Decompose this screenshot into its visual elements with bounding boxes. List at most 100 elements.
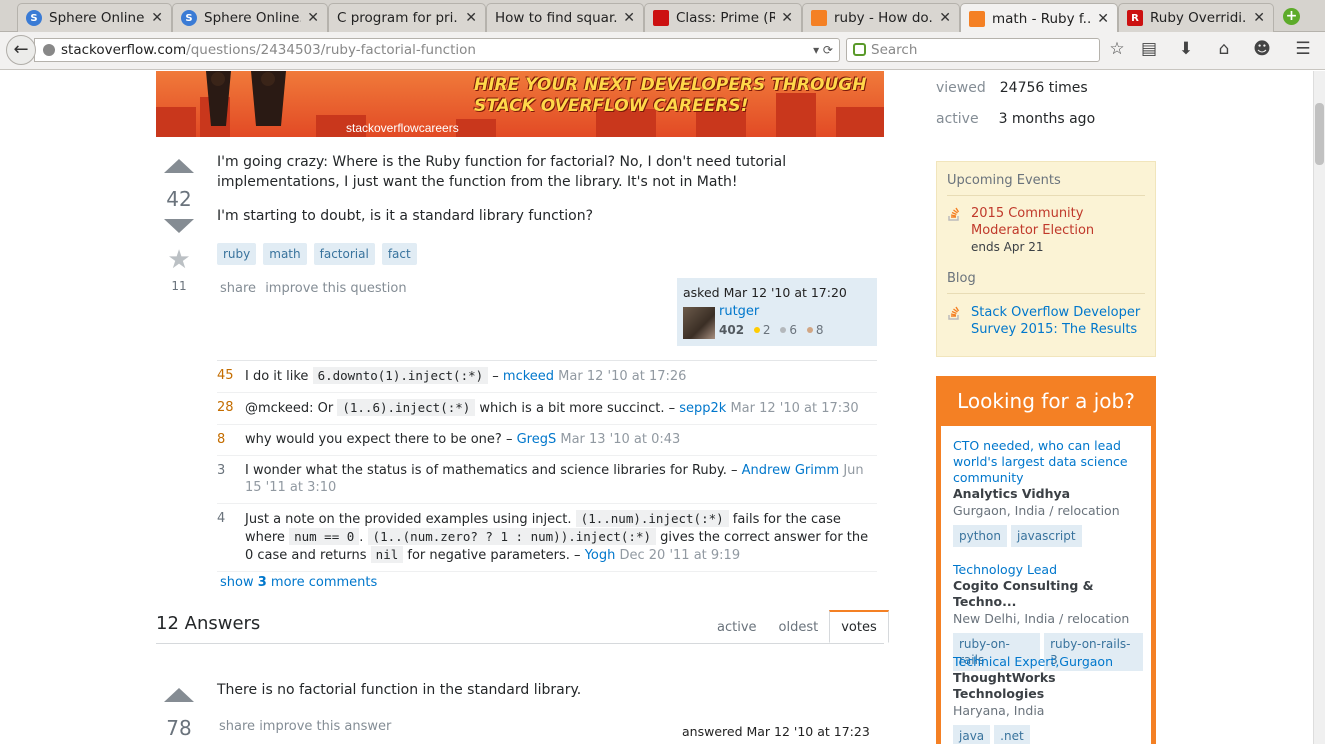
menu-icon[interactable]: ☰ (1292, 39, 1314, 59)
favorite-star-icon[interactable]: ★ (164, 247, 194, 273)
reload-icon[interactable]: ▾ ⟳ (813, 39, 833, 61)
job-tag[interactable]: .net (994, 725, 1030, 744)
close-tab-icon[interactable]: ✕ (1097, 11, 1109, 27)
show-more-suffix: more comments (266, 575, 378, 590)
reading-list-icon[interactable]: ▤ (1138, 39, 1160, 59)
browser-tab[interactable]: S Sphere Online... ✕ (17, 3, 172, 32)
tab-title: Class: Prime (R... (676, 10, 775, 26)
job-title[interactable]: Technical Expert,Gurgaon (953, 654, 1143, 670)
comment-text: . (359, 530, 368, 545)
jobs-heading[interactable]: Looking for a job? (941, 376, 1151, 426)
tab-title: math - Ruby f... (992, 10, 1092, 27)
avatar[interactable] (683, 307, 715, 339)
job-company: Analytics Vidhya (953, 486, 1071, 501)
comment-text: which is a bit more succinct. – (475, 401, 680, 416)
upvote-arrow-icon[interactable] (164, 159, 194, 173)
job-tag[interactable]: javascript (1010, 525, 1082, 547)
browser-tab-active[interactable]: math - Ruby f... ✕ (960, 3, 1118, 33)
improve-question-link[interactable]: improve this question (265, 281, 406, 296)
tag-ruby[interactable]: ruby (217, 243, 257, 265)
careers-logo: stackoverflowcareers (346, 121, 459, 135)
comment-body: Just a note on the provided examples usi… (245, 510, 877, 564)
close-tab-icon[interactable]: ✕ (781, 10, 793, 26)
ruby-icon (653, 10, 669, 26)
search-input[interactable]: Search (846, 38, 1100, 62)
asked-label: asked Mar 12 '10 at 17:20 (683, 285, 847, 300)
browser-tab[interactable]: ruby - How do... ✕ (802, 3, 960, 32)
comment-user-link[interactable]: mckeed (503, 369, 554, 384)
show-more-comments-link[interactable]: show 3 more comments (220, 575, 377, 590)
tag-fact[interactable]: fact (381, 243, 417, 265)
tab-oldest[interactable]: oldest (768, 610, 830, 643)
viewed-value: 24756 times (999, 80, 1088, 96)
comment-date[interactable]: Dec 20 '11 at 9:19 (615, 548, 740, 563)
job-company: Cogito Consulting & Techno... (953, 578, 1094, 609)
share-link[interactable]: share (220, 281, 256, 296)
browser-tab[interactable]: S Sphere Online... ✕ (172, 3, 328, 32)
improve-answer-link[interactable]: improve this answer (259, 719, 391, 734)
comment-date[interactable]: Mar 12 '10 at 17:30 (726, 401, 858, 416)
close-tab-icon[interactable]: ✕ (151, 10, 163, 26)
close-tab-icon[interactable]: ✕ (465, 10, 477, 26)
close-tab-icon[interactable]: ✕ (307, 10, 319, 26)
tag-math[interactable]: math (263, 243, 307, 265)
comment-body: why would you expect there to be one? – … (245, 431, 877, 448)
home-icon[interactable]: ⌂ (1213, 39, 1235, 59)
upvote-arrow-icon[interactable] (164, 688, 194, 702)
browser-tab[interactable]: How to find squar... ✕ (486, 3, 644, 32)
comment-date[interactable]: Mar 13 '10 at 0:43 (556, 432, 680, 447)
stackoverflow-icon (948, 207, 960, 221)
job-listing[interactable]: CTO needed, who can lead world's largest… (953, 438, 1143, 547)
scrollbar-track[interactable] (1313, 71, 1325, 744)
tab-title: How to find squar... (495, 10, 618, 26)
answers-divider (156, 643, 884, 644)
answer-vote-cell: 78 (164, 688, 194, 740)
question-tags: ruby math factorial fact (217, 243, 417, 265)
browser-tab[interactable]: C program for pri... ✕ (328, 3, 486, 32)
new-tab-icon[interactable]: + (1283, 8, 1300, 25)
stackoverflow-icon (969, 10, 985, 27)
comment-score: 28 (217, 400, 234, 415)
scrollbar-thumb[interactable] (1315, 103, 1324, 165)
job-title[interactable]: Technology Lead (953, 562, 1143, 578)
browser-tab[interactable]: Class: Prime (R... ✕ (644, 3, 802, 32)
comment-text: @mckeed: Or (245, 401, 338, 416)
stackoverflow-icon (948, 306, 960, 320)
close-tab-icon[interactable]: ✕ (623, 10, 635, 26)
close-tab-icon[interactable]: ✕ (939, 10, 951, 26)
comment-user-link[interactable]: sepp2k (679, 401, 726, 416)
browser-tab[interactable]: R Ruby Overridi... ✕ (1118, 3, 1274, 32)
job-location: Haryana, India (953, 703, 1045, 718)
comment-user-link[interactable]: Yogh (585, 548, 616, 563)
answers-heading: 12 Answers (156, 613, 261, 634)
job-listing[interactable]: Technical Expert,Gurgaon ThoughtWorks Te… (953, 654, 1143, 744)
close-tab-icon[interactable]: ✕ (1253, 10, 1265, 26)
owner-username[interactable]: rutger (719, 304, 759, 319)
back-button[interactable]: ← (6, 35, 36, 65)
job-location: New Delhi, India / relocation (953, 611, 1130, 626)
community-bulletin: Upcoming Events 2015 Community Moderator… (936, 161, 1156, 357)
show-more-prefix: show (220, 575, 258, 590)
bookmark-star-icon[interactable]: ☆ (1106, 39, 1128, 59)
job-tag[interactable]: java (953, 725, 991, 744)
comment-date[interactable]: Mar 12 '10 at 17:26 (554, 369, 686, 384)
job-title[interactable]: CTO needed, who can lead world's largest… (953, 438, 1143, 486)
chat-icon[interactable]: ☻ (1251, 39, 1273, 59)
tab-votes[interactable]: votes (829, 610, 889, 643)
comment-user-link[interactable]: GregS (517, 432, 557, 447)
silver-badge-icon (780, 327, 787, 333)
banner-line-1: HIRE YOUR NEXT DEVELOPERS THROUGH (474, 75, 867, 95)
share-link[interactable]: share (219, 719, 255, 734)
active-label: active (936, 111, 979, 127)
comment-user-link[interactable]: Andrew Grimm (742, 463, 840, 478)
event-link[interactable]: 2015 Community Moderator Election (971, 205, 1151, 239)
job-tag[interactable]: python (953, 525, 1007, 547)
careers-banner[interactable]: HIRE YOUR NEXT DEVELOPERS THROUGH STACK … (156, 71, 884, 137)
active-value[interactable]: 3 months ago (999, 111, 1096, 127)
tag-factorial[interactable]: factorial (313, 243, 375, 265)
blog-link[interactable]: Stack Overflow Developer Survey 2015: Th… (971, 304, 1151, 338)
downvote-arrow-icon[interactable] (164, 219, 194, 233)
download-icon[interactable]: ⬇ (1175, 39, 1197, 59)
tab-active[interactable]: active (706, 610, 768, 643)
url-bar[interactable]: stackoverflow.com/questions/2434503/ruby… (34, 38, 840, 62)
